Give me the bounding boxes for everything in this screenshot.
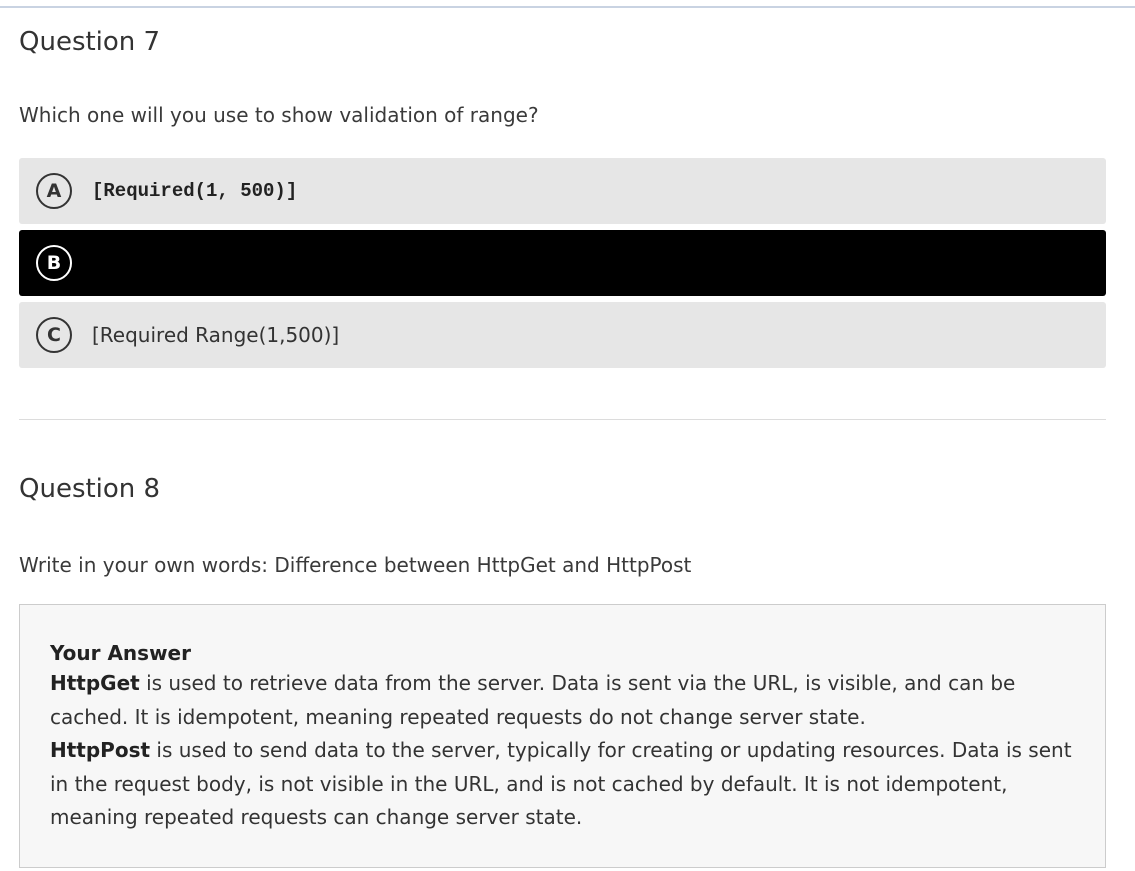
answer-text-httpget: is used to retrieve data from the server… bbox=[50, 671, 1016, 729]
answer-box: Your Answer HttpGet is used to retrieve … bbox=[19, 604, 1106, 868]
option-a[interactable]: A [Required(1, 500)] bbox=[19, 158, 1106, 224]
answer-paragraph-httppost: HttpPost is used to send data to the ser… bbox=[50, 734, 1075, 835]
question-8-title: Question 8 bbox=[19, 474, 161, 504]
option-c-text: [Required Range(1,500)] bbox=[92, 323, 340, 347]
question-8-prompt: Write in your own words: Difference betw… bbox=[19, 553, 692, 577]
answer-term-httppost: HttpPost bbox=[50, 738, 151, 762]
top-divider bbox=[0, 6, 1135, 8]
option-b[interactable]: B bbox=[19, 230, 1106, 296]
answer-heading: Your Answer bbox=[50, 641, 191, 665]
answer-paragraph-httpget: HttpGet is used to retrieve data from th… bbox=[50, 667, 1075, 734]
answer-text-httppost: is used to send data to the server, typi… bbox=[50, 738, 1072, 829]
option-b-letter-badge: B bbox=[36, 245, 72, 281]
question-divider bbox=[19, 419, 1106, 420]
question-7-title: Question 7 bbox=[19, 27, 161, 57]
question-7-prompt: Which one will you use to show validatio… bbox=[19, 103, 539, 127]
option-c-letter-badge: C bbox=[36, 317, 72, 353]
option-a-text: [Required(1, 500)] bbox=[92, 180, 298, 202]
option-c[interactable]: C [Required Range(1,500)] bbox=[19, 302, 1106, 368]
option-a-letter-badge: A bbox=[36, 173, 72, 209]
answer-term-httpget: HttpGet bbox=[50, 671, 140, 695]
